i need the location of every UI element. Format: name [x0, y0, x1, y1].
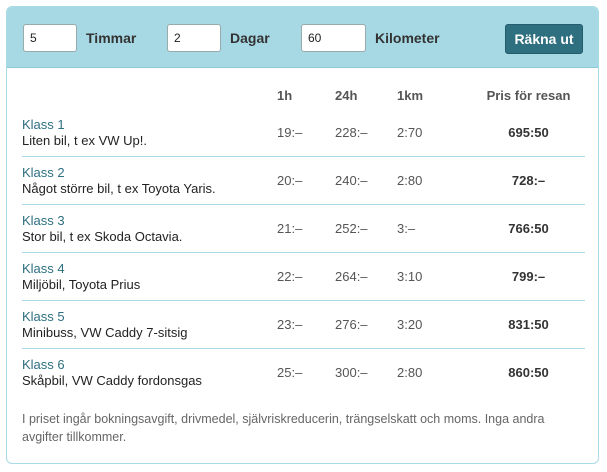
trip-price-cell: 831:50 — [472, 300, 585, 349]
km-column-header: 1km — [397, 88, 424, 103]
class-cell: Klass 1 Liten bil, t ex VW Up!. — [22, 109, 277, 157]
hour-price-cell: 19:– — [277, 109, 335, 157]
days-label: Dagar — [230, 30, 270, 46]
table-row: Klass 3 Stor bil, t ex Skoda Octavia. 21… — [22, 204, 585, 253]
class-description: Liten bil, t ex VW Up!. — [22, 132, 147, 148]
day-price-cell: 252:– — [335, 204, 397, 253]
day-price-cell: 276:– — [335, 300, 397, 349]
hour-price-cell: 25:– — [277, 365, 303, 380]
calculate-button[interactable]: Räkna ut — [505, 24, 583, 54]
class-name: Klass 5 — [22, 308, 65, 324]
day-price-cell: 240:– — [335, 156, 397, 205]
day-column-header: 24h — [335, 88, 358, 103]
class-name: Klass 3 — [22, 212, 65, 228]
km-price-cell: 3:20 — [397, 300, 472, 349]
day-price-cell: 264:– — [335, 252, 397, 301]
class-description: Skåpbil, VW Caddy fordonsgas — [22, 372, 202, 388]
table-row: Klass 4 Miljöbil, Toyota Prius 22:– 264:… — [22, 252, 585, 301]
class-cell: Klass 3 Stor bil, t ex Skoda Octavia. — [22, 204, 277, 253]
class-name: Klass 4 — [22, 260, 65, 276]
km-price-cell: 2:80 — [397, 365, 423, 380]
class-cell: Klass 4 Miljöbil, Toyota Prius — [22, 252, 277, 301]
day-price-cell: 228:– — [335, 109, 397, 157]
hour-price-cell: 21:– — [277, 204, 335, 253]
hours-label: Timmar — [86, 30, 137, 46]
class-description: Minibuss, VW Caddy 7-sitsig — [22, 324, 188, 340]
class-cell: Klass 6 Skåpbil, VW Caddy fordonsgas — [22, 349, 277, 397]
kilometer-input[interactable] — [301, 24, 366, 52]
price-table: 1h 24h 1km Pris för resan Klass 1 Liten … — [22, 85, 585, 396]
trip-price-cell: 766:50 — [472, 204, 585, 253]
table-row: Klass 1 Liten bil, t ex VW Up!. 19:– 228… — [22, 109, 585, 157]
calculator-toolbar: Timmar Dagar Kilometer Räkna ut — [7, 7, 598, 68]
class-name: Klass 6 — [22, 356, 65, 372]
hour-column-header: 1h — [277, 88, 293, 103]
day-price-cell: 300:– — [335, 365, 368, 380]
hour-price-cell: 23:– — [277, 300, 335, 349]
kilometer-label: Kilometer — [375, 30, 440, 46]
class-name: Klass 1 — [22, 116, 65, 132]
trip-price-cell: 695:50 — [472, 109, 585, 157]
hour-price-cell: 22:– — [277, 252, 335, 301]
km-price-cell: 3:– — [397, 204, 472, 253]
table-header-row: 1h 24h 1km Pris för resan — [22, 85, 585, 109]
class-description: Stor bil, t ex Skoda Octavia. — [22, 228, 183, 244]
days-input[interactable] — [167, 24, 221, 52]
trip-price-cell: 860:50 — [508, 365, 549, 380]
km-price-cell: 2:70 — [397, 109, 472, 157]
table-row: Klass 2 Något större bil, t ex Toyota Ya… — [22, 156, 585, 205]
class-cell: Klass 2 Något större bil, t ex Toyota Ya… — [22, 156, 277, 205]
class-description: Miljöbil, Toyota Prius — [22, 276, 141, 292]
hour-price-cell: 20:– — [277, 156, 335, 205]
table-row: Klass 6 Skåpbil, VW Caddy fordonsgas 25:… — [22, 349, 585, 397]
price-calculator-panel: Timmar Dagar Kilometer Räkna ut 1h 24h 1… — [6, 6, 599, 464]
trip-price-cell: 728:– — [472, 156, 585, 205]
class-name: Klass 2 — [22, 164, 65, 180]
price-column-header: Pris för resan — [486, 88, 571, 103]
km-price-cell: 3:10 — [397, 252, 472, 301]
class-cell: Klass 5 Minibuss, VW Caddy 7-sitsig — [22, 300, 277, 349]
price-info-note: I priset ingår bokningsavgift, drivmedel… — [22, 412, 545, 444]
trip-price-cell: 799:– — [472, 252, 585, 301]
table-row: Klass 5 Minibuss, VW Caddy 7-sitsig 23:–… — [22, 300, 585, 349]
km-price-cell: 2:80 — [397, 156, 472, 205]
class-description: Något större bil, t ex Toyota Yaris. — [22, 180, 216, 196]
hours-input[interactable] — [23, 24, 77, 52]
class-column-header — [22, 85, 277, 109]
